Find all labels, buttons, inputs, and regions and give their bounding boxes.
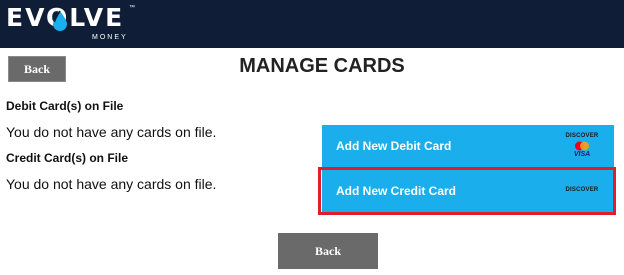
discover-logo: DISCOVER: [565, 133, 599, 139]
selection-highlight-outline: [318, 167, 616, 215]
debit-empty-text: You do not have any cards on file.: [6, 124, 217, 140]
credit-empty-text: You do not have any cards on file.: [6, 176, 217, 192]
credit-cards-heading: Credit Card(s) on File: [6, 151, 129, 165]
page-title: MANAGE CARDS: [239, 55, 405, 77]
visa-logo: VISA: [573, 151, 591, 158]
logo-subtitle: MONEY: [92, 34, 128, 41]
add-debit-card-button[interactable]: Add New Debit Card DISCOVER VISA: [322, 125, 614, 167]
mastercard-icon: [575, 141, 589, 151]
add-debit-card-label: Add New Debit Card: [336, 139, 452, 153]
app-header: EVOLVE ™ MONEY: [0, 0, 624, 48]
back-button-bottom[interactable]: Back: [278, 233, 378, 269]
debit-cards-heading: Debit Card(s) on File: [6, 99, 124, 113]
accepted-cards-logos: DISCOVER VISA: [564, 132, 600, 159]
evolve-money-logo[interactable]: EVOLVE ™ MONEY: [6, 3, 146, 45]
trademark-symbol: ™: [129, 5, 135, 11]
water-drop-icon: [53, 10, 67, 31]
